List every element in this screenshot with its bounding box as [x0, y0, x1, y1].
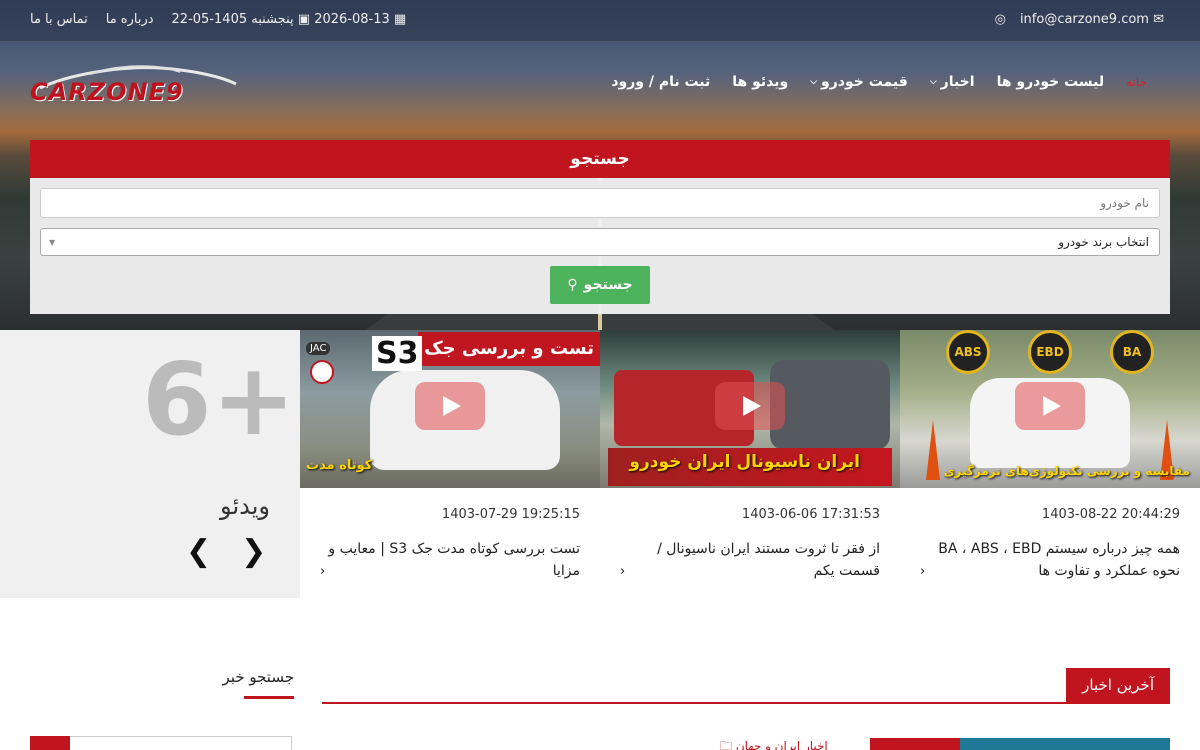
nav-videos[interactable]: ویدئو ها	[721, 74, 799, 90]
news-date-strip	[870, 738, 960, 750]
play-icon[interactable]	[715, 382, 785, 430]
video-card[interactable]: ABS EBD BA مقایسه و بررسی تکنولوژی‌های ت…	[900, 330, 1200, 598]
thumbnail-model: S3	[372, 336, 423, 371]
thumbnail-caption: ایران ناسیونال ایران خودرو	[629, 452, 860, 472]
video-date: 1403-08-22 20:44:29	[1041, 507, 1180, 522]
thumbnail-caption: مقایسه و بررسی تکنولوژی‌های ترمزگیری	[943, 464, 1190, 478]
badge-ebd: EBD	[1028, 330, 1072, 374]
nav-login[interactable]: ثبت نام / ورود	[600, 74, 721, 90]
top-bar-email[interactable]: info@carzone9.com ✉	[1020, 12, 1164, 27]
site-logo[interactable]: CARZONE9	[30, 62, 240, 106]
brand-select[interactable]: انتخاب برند خودرو ▼	[40, 228, 1160, 256]
calendar-icon: ▣	[297, 12, 311, 27]
about-link[interactable]: درباره ما	[106, 12, 154, 27]
nav-news[interactable]: اخبار ⌵	[919, 74, 986, 90]
caret-down-icon: ▼	[49, 238, 56, 247]
car-name-input[interactable]: نام خودرو	[40, 188, 1160, 218]
chevron-down-icon: ⌵	[929, 77, 937, 87]
news-category[interactable]: اخبار ایران و جهان 🗀	[720, 737, 828, 750]
video-date: 1403-06-06 17:31:53	[741, 507, 880, 522]
nav-price[interactable]: قیمت خودرو ⌵	[799, 74, 919, 90]
latest-news-header: آخرین اخبار	[322, 668, 1170, 704]
videos-panel: 6+ ویدئو ❮ ❯	[0, 330, 300, 598]
top-bar-info: ▦ 2026-08-13 ▣ پنجشنبه 1405-05-22 درباره…	[30, 12, 406, 27]
thumbnail-caption: کوتاه مدت	[306, 458, 373, 473]
main-nav: خانه لیست خودرو ها اخبار ⌵ قیمت خودرو ⌵ وی…	[600, 74, 1158, 90]
top-bar: ◎ info@carzone9.com ✉ ▦ 2026-08-13 ▣ پنج…	[0, 0, 1200, 42]
news-item-strip	[870, 738, 1170, 750]
search-title: جستجو	[30, 140, 1170, 178]
videos-label: ویدئو	[220, 492, 270, 520]
top-bar-contact: ◎ info@carzone9.com ✉	[995, 12, 1164, 27]
video-title[interactable]: از فقر تا ثروت مستند ایران ناسیونال / قس…	[620, 538, 880, 582]
brand-select-value: انتخاب برند خودرو	[1058, 235, 1149, 249]
logo-text: CARZONE9	[30, 78, 184, 106]
news-search-header: جستجو خبر	[208, 668, 294, 699]
video-card[interactable]: تست و بررسی جک S3 JAC کوتاه مدت 1403-07-…	[300, 330, 600, 598]
videos-section: ABS EBD BA مقایسه و بررسی تکنولوژی‌های ت…	[0, 330, 1200, 598]
car-image	[770, 360, 890, 450]
video-thumbnail[interactable]: ایران ناسیونال ایران خودرو	[600, 330, 900, 488]
instagram-icon[interactable]: ◎	[995, 12, 1006, 27]
traffic-cone	[926, 420, 940, 480]
video-title[interactable]: همه چیز درباره سیستم BA ، ABS ، EBD نحوه…	[920, 538, 1180, 582]
video-thumbnail[interactable]: ABS EBD BA مقایسه و بررسی تکنولوژی‌های ت…	[900, 330, 1200, 488]
chevron-left-icon[interactable]: ‹	[920, 564, 925, 579]
badge-abs: ABS	[946, 330, 990, 374]
car-search-box: جستجو نام خودرو انتخاب برند خودرو ▼ جستج…	[30, 140, 1170, 314]
contact-link[interactable]: تماس با ما	[30, 12, 88, 27]
play-icon[interactable]	[415, 382, 485, 430]
news-search-title: جستجو خبر	[222, 668, 294, 686]
calendar-icon: ▦	[393, 12, 407, 27]
carousel-arrows: ❮ ❯	[186, 534, 266, 569]
chevron-left-icon[interactable]: ‹	[320, 564, 325, 579]
search-button[interactable]	[30, 736, 70, 750]
chevron-left-icon[interactable]: ❮	[186, 534, 211, 569]
chevron-left-icon[interactable]: ‹	[620, 564, 625, 579]
top-bar-date: ▦ 2026-08-13 ▣ پنجشنبه 1405-05-22	[171, 12, 407, 27]
search-icon: ⚲	[567, 277, 578, 293]
chevron-right-icon[interactable]: ❯	[241, 534, 266, 569]
jac-logo: JAC	[306, 342, 331, 355]
video-title[interactable]: تست بررسی کوتاه مدت جک S3 | معایب و مزای…	[320, 538, 580, 582]
chevron-down-icon: ⌵	[810, 77, 818, 87]
badge-ba: BA	[1110, 330, 1154, 374]
video-thumbnail[interactable]: تست و بررسی جک S3 JAC کوتاه مدت	[300, 330, 600, 488]
video-card[interactable]: ایران ناسیونال ایران خودرو 1403-06-06 17…	[600, 330, 900, 598]
folder-icon: 🗀	[720, 739, 733, 750]
videos-count: 6+	[142, 341, 296, 458]
latest-news-tab[interactable]: آخرین اخبار	[1066, 668, 1170, 702]
nav-home[interactable]: خانه	[1115, 75, 1158, 89]
news-search-input[interactable]	[30, 736, 292, 750]
nav-cars-list[interactable]: لیست خودرو ها	[986, 74, 1116, 90]
emblem-icon	[310, 360, 334, 384]
title-underline	[244, 696, 294, 699]
video-date: 1403-07-29 19:25:15	[441, 507, 580, 522]
thumbnail-banner: تست و بررسی جک	[418, 332, 600, 366]
play-icon[interactable]	[1015, 382, 1085, 430]
search-button[interactable]: جستجو ⚲	[550, 266, 650, 304]
